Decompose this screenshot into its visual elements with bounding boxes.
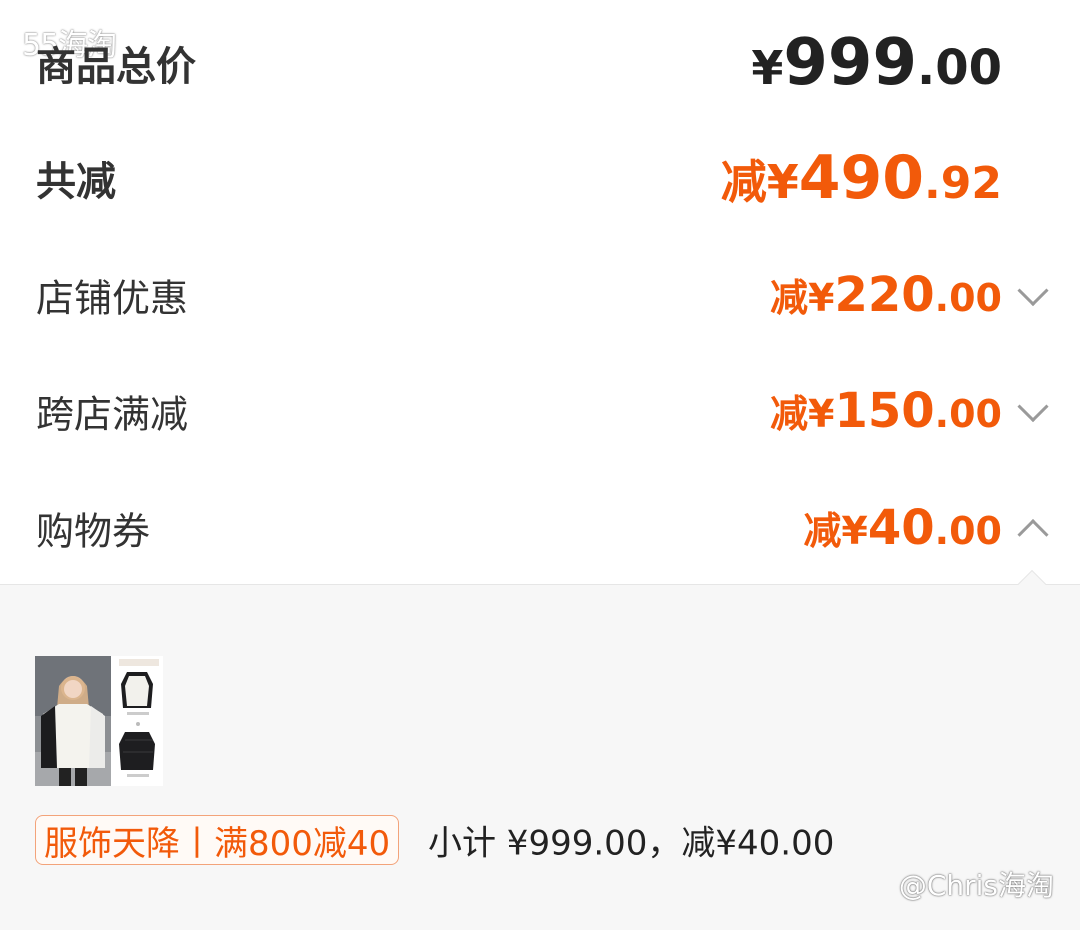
total-price-row: 商品总价 ¥999.00 bbox=[36, 18, 1080, 108]
total-price-value: ¥999.00 bbox=[751, 26, 1002, 100]
discount-label: 跨店满减 bbox=[36, 392, 189, 437]
total-price-label: 商品总价 bbox=[36, 44, 196, 90]
watermark-bottom: @Chris海淘 bbox=[898, 869, 1054, 902]
product-thumbnail[interactable] bbox=[35, 656, 163, 786]
discount-value: 减¥40.00 bbox=[803, 500, 1002, 556]
chevron-up-icon[interactable] bbox=[1017, 519, 1049, 551]
discount-row-store[interactable]: 店铺优惠 减¥220.00 bbox=[36, 250, 1080, 340]
promo-tag: 服饰天降丨满800减40 bbox=[35, 815, 400, 865]
jacket-product-image-icon bbox=[35, 656, 163, 786]
discount-row-voucher[interactable]: 购物券 减¥40.00 bbox=[36, 483, 1080, 573]
subtotal-text: 小计 ¥999.00，减¥40.00 bbox=[428, 823, 835, 864]
discount-row-cross-store[interactable]: 跨店满减 减¥150.00 bbox=[36, 366, 1080, 456]
panel-pointer bbox=[1017, 569, 1047, 599]
discount-value: 减¥150.00 bbox=[770, 383, 1002, 439]
chevron-down-icon[interactable] bbox=[1017, 391, 1049, 423]
chevron-down-icon[interactable] bbox=[1017, 275, 1049, 307]
discount-value: 减¥220.00 bbox=[770, 267, 1002, 323]
discount-label: 购物券 bbox=[36, 509, 151, 554]
total-reduction-value: 减¥490.92 bbox=[720, 143, 1002, 213]
discount-label: 店铺优惠 bbox=[36, 276, 189, 321]
total-reduction-row: 共减 减¥490.92 bbox=[36, 133, 1080, 223]
total-reduction-label: 共减 bbox=[36, 159, 116, 205]
